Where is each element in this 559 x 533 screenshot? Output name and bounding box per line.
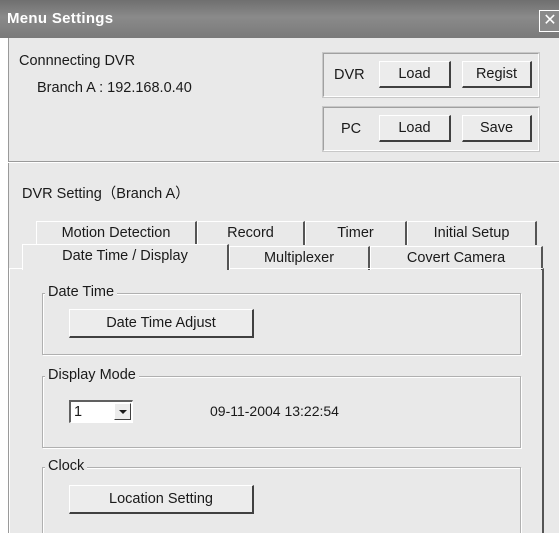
branch-address: Branch A : 192.168.0.40 (37, 80, 192, 96)
dvr-regist-button[interactable]: Regist (462, 61, 532, 88)
dvr-label: DVR (334, 67, 365, 83)
display-mode-value: 1 (74, 404, 83, 420)
title-bar[interactable]: Menu Settings ✕ (0, 0, 559, 38)
pc-label: PC (341, 121, 362, 137)
window-left-border (0, 38, 8, 533)
date-time-legend: Date Time (45, 284, 118, 300)
tab-motion-detection[interactable]: Motion Detection (36, 221, 197, 245)
display-mode-legend: Display Mode (45, 367, 139, 383)
close-icon[interactable]: ✕ (539, 10, 559, 32)
menu-settings-window: Menu Settings ✕ Connnecting DVR Branch A… (0, 0, 559, 533)
section-divider (8, 161, 559, 163)
pc-save-button[interactable]: Save (462, 115, 532, 142)
tab-multiplexer[interactable]: Multiplexer (229, 246, 370, 270)
pc-load-button[interactable]: Load (379, 115, 451, 142)
clock-legend: Clock (45, 458, 88, 474)
tab-date-time-display[interactable]: Date Time / Display (22, 244, 229, 270)
tab-initial-setup[interactable]: Initial Setup (407, 221, 537, 245)
tab-record[interactable]: Record (197, 221, 305, 245)
chevron-down-icon[interactable] (114, 403, 131, 420)
location-setting-button[interactable]: Location Setting (69, 485, 254, 514)
dvr-setting-title: DVR Setting（Branch A） (22, 186, 190, 202)
current-datetime: 09-11-2004 13:22:54 (210, 403, 339, 419)
display-mode-select[interactable]: 1 (69, 400, 133, 423)
date-time-adjust-button[interactable]: Date Time Adjust (69, 309, 254, 338)
window-title: Menu Settings (7, 10, 114, 27)
dvr-load-button[interactable]: Load (379, 61, 451, 88)
tab-covert-camera[interactable]: Covert Camera (370, 246, 543, 270)
tab-timer[interactable]: Timer (305, 221, 407, 245)
connecting-dvr-label: Connnecting DVR (19, 53, 136, 69)
